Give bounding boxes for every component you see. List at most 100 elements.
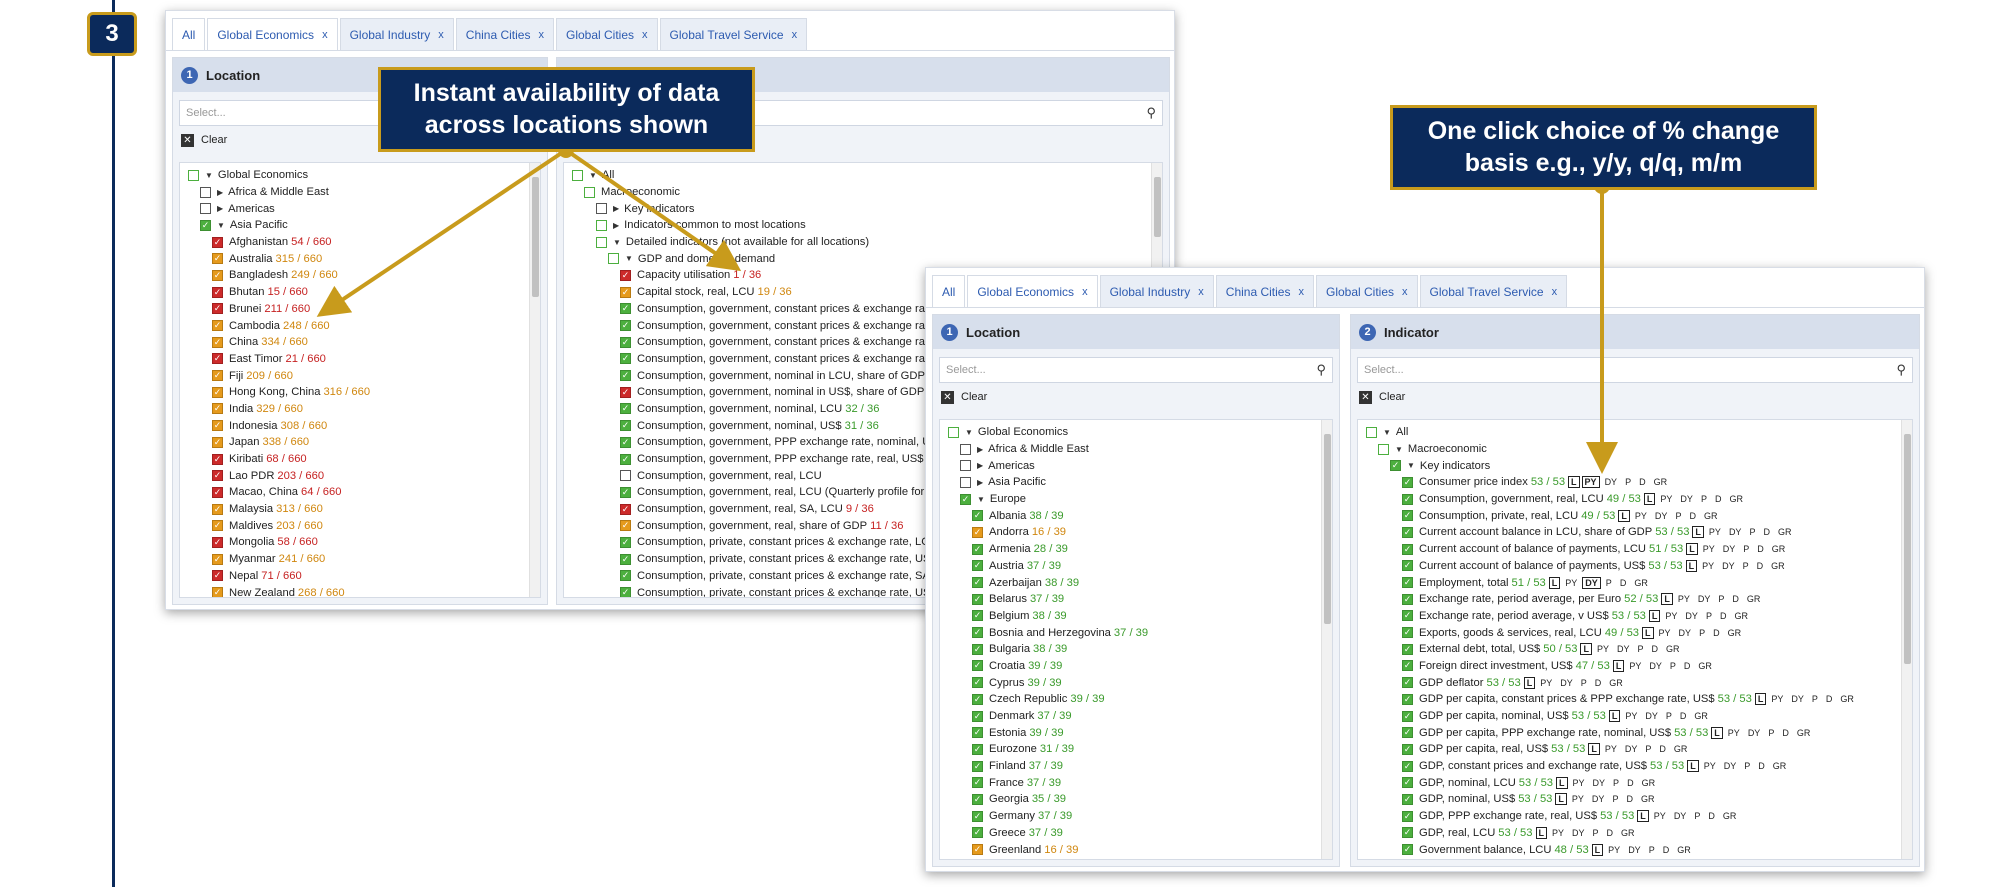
change-basis-l[interactable]: L bbox=[1642, 626, 1654, 639]
tree-item[interactable]: ✓ Greece 37 / 39 bbox=[940, 825, 1332, 842]
checkbox[interactable]: ✓ bbox=[1402, 793, 1413, 805]
change-basis-dy[interactable]: DY bbox=[1726, 526, 1745, 538]
change-basis-dy[interactable]: DY bbox=[1614, 643, 1633, 655]
change-basis-gr[interactable]: GR bbox=[1725, 627, 1745, 639]
checkbox[interactable] bbox=[1366, 426, 1377, 438]
checkbox[interactable] bbox=[960, 443, 971, 455]
tree-item[interactable]: ✓ Andorra 16 / 39 bbox=[940, 524, 1332, 541]
checkbox[interactable]: ✓ bbox=[620, 370, 631, 382]
tree-item[interactable]: ✓ Bulgaria 38 / 39 bbox=[940, 641, 1332, 658]
checkbox[interactable]: ✓ bbox=[972, 793, 983, 805]
tree-item[interactable]: ✓ Malaysia 313 / 660 bbox=[180, 501, 540, 518]
checkbox[interactable]: ✓ bbox=[1402, 693, 1413, 705]
tree-item[interactable]: ▶ Africa & Middle East bbox=[940, 441, 1332, 458]
change-basis-py[interactable]: PY bbox=[1581, 476, 1600, 489]
checkbox[interactable]: ✓ bbox=[212, 286, 223, 298]
checkbox[interactable] bbox=[596, 219, 607, 231]
tree-item[interactable]: ✓ Croatia 39 / 39 bbox=[940, 658, 1332, 675]
caret-down-icon[interactable]: ▼ bbox=[1395, 445, 1403, 454]
change-basis-p[interactable]: P bbox=[1663, 710, 1675, 722]
tree-item[interactable]: ✓ Albania 38 / 39 bbox=[940, 507, 1332, 524]
change-basis-py[interactable]: PY bbox=[1632, 510, 1650, 522]
change-basis-py[interactable]: PY bbox=[1662, 610, 1680, 622]
checkbox[interactable]: ✓ bbox=[620, 353, 631, 365]
change-basis-l[interactable]: L bbox=[1555, 793, 1567, 806]
change-basis-dy[interactable]: DY bbox=[1788, 693, 1807, 705]
change-basis-d[interactable]: D bbox=[1604, 827, 1617, 839]
checkbox[interactable]: ✓ bbox=[972, 660, 983, 672]
checkbox[interactable]: ✓ bbox=[972, 543, 983, 555]
tab-close-icon[interactable]: x bbox=[1298, 286, 1304, 298]
checkbox[interactable]: ✓ bbox=[212, 587, 223, 597]
tree-item[interactable]: ✓ Brunei 211 / 660 bbox=[180, 301, 540, 318]
tab-all[interactable]: All bbox=[172, 18, 206, 50]
tree-item[interactable]: ✓ East Timor 21 / 660 bbox=[180, 351, 540, 368]
tree-item[interactable]: ▶ Americas bbox=[940, 457, 1332, 474]
checkbox[interactable]: ✓ bbox=[972, 526, 983, 538]
tree-item[interactable]: ✓ Estonia 39 / 39 bbox=[940, 724, 1332, 741]
change-basis-dy[interactable]: DY bbox=[1745, 727, 1764, 739]
checkbox[interactable]: ✓ bbox=[212, 470, 223, 482]
change-basis-p[interactable]: P bbox=[1698, 493, 1710, 505]
change-basis-dy[interactable]: DY bbox=[1677, 493, 1696, 505]
tree-item[interactable]: ▼ All bbox=[1358, 424, 1912, 441]
checkbox[interactable]: ✓ bbox=[620, 503, 631, 515]
caret-right-icon[interactable]: ▶ bbox=[613, 221, 619, 230]
tab-close-icon[interactable]: x bbox=[792, 29, 798, 41]
tree-item[interactable]: ▼ Global Economics bbox=[180, 167, 540, 184]
tree-item[interactable]: ✓ China 334 / 660 bbox=[180, 334, 540, 351]
checkbox[interactable]: ✓ bbox=[620, 386, 631, 398]
checkbox[interactable] bbox=[620, 470, 631, 482]
caret-down-icon[interactable]: ▼ bbox=[589, 171, 597, 180]
tree-item[interactable]: ✓ Hong Kong, China 316 / 660 bbox=[180, 384, 540, 401]
checkbox[interactable]: ✓ bbox=[1402, 543, 1413, 555]
checkbox[interactable]: ✓ bbox=[212, 320, 223, 332]
tree-item[interactable]: ✓ ▼ Europe bbox=[940, 491, 1332, 508]
change-basis-p[interactable]: P bbox=[1703, 610, 1715, 622]
change-basis-py[interactable]: PY bbox=[1594, 643, 1612, 655]
scrollbar[interactable] bbox=[1901, 420, 1912, 859]
change-basis-d[interactable]: D bbox=[1779, 727, 1792, 739]
tree-item[interactable]: ✓ Government balance, LCU 48 / 53 L PY DY P D GR bbox=[1358, 841, 1912, 858]
checkbox[interactable]: ✓ bbox=[1402, 810, 1413, 822]
tree-item[interactable]: ▶ Africa & Middle East bbox=[180, 184, 540, 201]
checkbox[interactable]: ✓ bbox=[212, 336, 223, 348]
change-basis-gr[interactable]: GR bbox=[1775, 526, 1795, 538]
tab-close-icon[interactable]: x bbox=[642, 29, 648, 41]
change-basis-p[interactable]: P bbox=[1646, 844, 1658, 856]
tree-item[interactable]: ▼ GDP and domestic demand bbox=[564, 250, 1162, 267]
change-basis-d[interactable]: D bbox=[1717, 610, 1730, 622]
change-basis-d[interactable]: D bbox=[1712, 493, 1725, 505]
checkbox[interactable]: ✓ bbox=[212, 269, 223, 281]
tree-item[interactable]: ✓ GDP, nominal, LCU 53 / 53 L PY DY P D GR bbox=[1358, 774, 1912, 791]
tree-item[interactable]: ✓ India 329 / 660 bbox=[180, 401, 540, 418]
tree-item[interactable]: ✓ Australia 315 / 660 bbox=[180, 250, 540, 267]
checkbox[interactable]: ✓ bbox=[1402, 844, 1413, 856]
tree-item[interactable]: ▶ Asia Pacific bbox=[940, 474, 1332, 491]
tab-global-economics[interactable]: Global Economics x bbox=[207, 18, 338, 50]
change-basis-l[interactable]: L bbox=[1548, 576, 1561, 589]
change-basis-d[interactable]: D bbox=[1677, 710, 1690, 722]
checkbox[interactable] bbox=[608, 253, 619, 265]
change-basis-py[interactable]: PY bbox=[1605, 844, 1623, 856]
tree-item[interactable]: ✓ Czech Republic 39 / 39 bbox=[940, 691, 1332, 708]
change-basis-py[interactable]: PY bbox=[1537, 677, 1555, 689]
tree-item[interactable]: ✓ Georgia 35 / 39 bbox=[940, 791, 1332, 808]
change-basis-gr[interactable]: GR bbox=[1638, 793, 1658, 805]
tree-item[interactable]: ✓ Consumption, private, real, LCU 49 / 53 L… bbox=[1358, 507, 1912, 524]
checkbox[interactable]: ✓ bbox=[620, 587, 631, 597]
change-basis-dy[interactable]: DY bbox=[1695, 593, 1714, 605]
checkbox[interactable]: ✓ bbox=[1402, 560, 1413, 572]
caret-down-icon[interactable]: ▼ bbox=[205, 171, 213, 180]
caret-down-icon[interactable]: ▼ bbox=[965, 428, 973, 437]
checkbox[interactable] bbox=[200, 186, 211, 198]
change-basis-gr[interactable]: GR bbox=[1720, 810, 1740, 822]
tree-item[interactable]: ✓ Consumption, government, real, LCU 49 / … bbox=[1358, 491, 1912, 508]
change-basis-dy[interactable]: DY bbox=[1569, 827, 1588, 839]
tab-close-icon[interactable]: x bbox=[1198, 286, 1204, 298]
tree-item[interactable]: ✓ Indonesia 308 / 660 bbox=[180, 417, 540, 434]
change-basis-d[interactable]: D bbox=[1624, 777, 1637, 789]
change-basis-gr[interactable]: GR bbox=[1726, 493, 1746, 505]
change-basis-py[interactable]: PY bbox=[1569, 793, 1587, 805]
change-basis-d[interactable]: D bbox=[1636, 476, 1649, 488]
